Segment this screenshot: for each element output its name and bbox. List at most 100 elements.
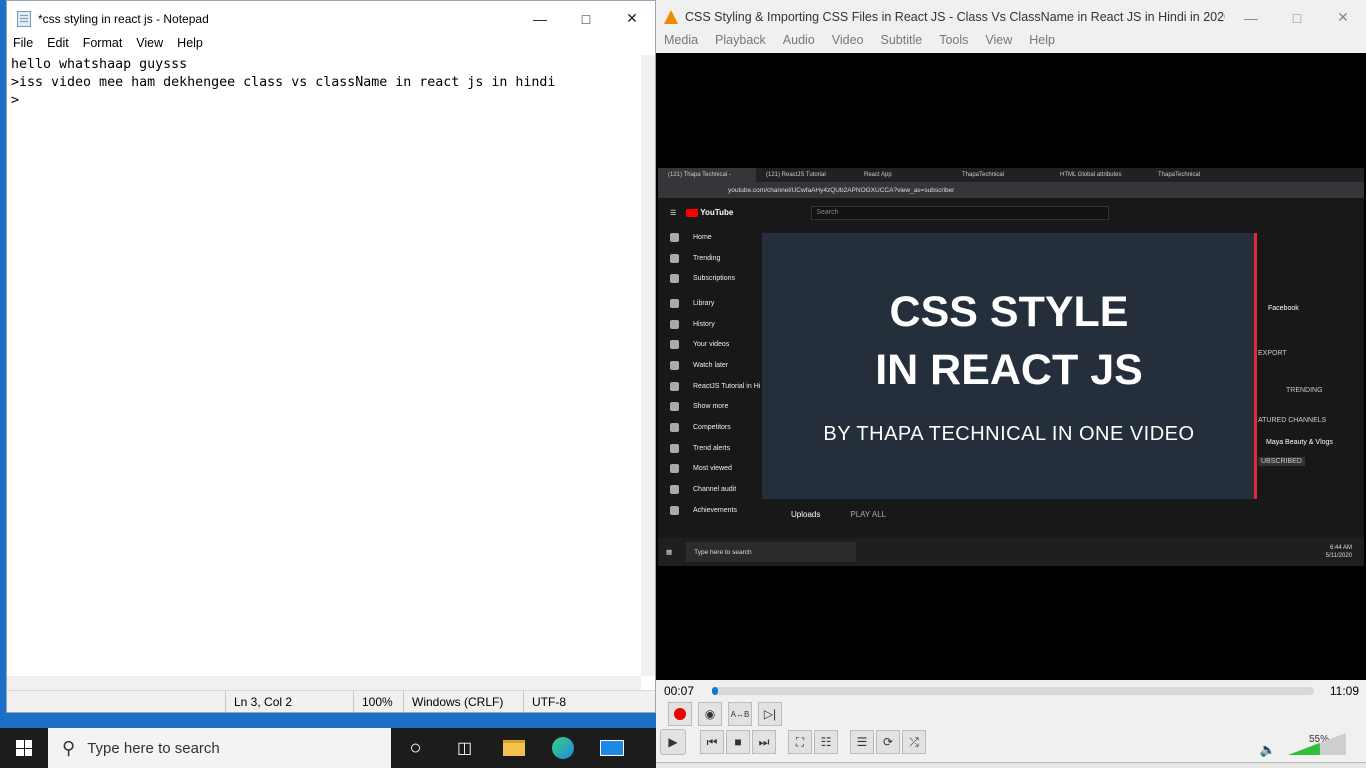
youtube-page: ☰ YouTube Search Home Trending Subscript…: [658, 198, 1364, 538]
start-button[interactable]: [0, 728, 48, 768]
menu-edit[interactable]: Edit: [47, 36, 69, 54]
menu-audio[interactable]: Audio: [783, 33, 815, 53]
snapshot-button[interactable]: ◉: [698, 702, 722, 726]
menu-view[interactable]: View: [985, 33, 1012, 53]
volume-level: [1288, 742, 1320, 755]
play-icon: ▶: [668, 735, 678, 749]
menu-help[interactable]: Help: [177, 36, 203, 54]
trending-label: TRENDING: [1286, 387, 1323, 394]
task-view-button[interactable]: ◫: [440, 728, 489, 768]
time-elapsed: 00:07: [664, 684, 695, 698]
cursor-position: Ln 3, Col 2: [225, 691, 353, 712]
frame-step-button[interactable]: ▷|: [758, 702, 782, 726]
youtube-sidebar: Home Trending Subscriptions Library Hist…: [658, 227, 763, 538]
featured-channels: ATURED CHANNELS: [1258, 417, 1327, 424]
banner-subtitle: BY THAPA TECHNICAL IN ONE VIDEO: [823, 423, 1195, 445]
menu-icon: ☰: [670, 209, 677, 217]
notepad-icon: [17, 10, 31, 27]
equalizer-icon: ☷: [820, 735, 832, 749]
taskbar-search-box[interactable]: ⚲ Type here to search: [48, 728, 391, 768]
sidebar-item: Trend alerts: [658, 438, 763, 459]
menu-file[interactable]: File: [13, 36, 33, 54]
encoding: UTF-8: [523, 691, 655, 712]
browser-tab: (121) Thapa Technical -: [658, 168, 756, 182]
notepad-title: *css styling in react js - Notepad: [38, 11, 209, 26]
notepad-text-area[interactable]: hello whatshaap guysss >iss video mee ham…: [7, 55, 641, 676]
menu-playback[interactable]: Playback: [715, 33, 766, 53]
mail-icon: [599, 740, 624, 756]
youtube-right-panel: Facebook EXPORT TRENDING ATURED CHANNELS…: [1256, 233, 1364, 499]
video-frame-browser: (121) Thapa Technical - (121) ReactJS Tu…: [658, 168, 1364, 566]
record-icon: [674, 708, 686, 720]
next-button[interactable]: ⏭: [752, 730, 776, 754]
vertical-scrollbar[interactable]: [641, 55, 655, 676]
banner-title-line1: CSS STYLE: [889, 288, 1129, 336]
sidebar-item: Watch later: [658, 355, 763, 376]
video-area[interactable]: (121) Thapa Technical - (121) ReactJS Tu…: [656, 53, 1366, 680]
maximize-button[interactable]: □: [563, 1, 609, 36]
ab-loop-icon: A↔B: [730, 709, 750, 719]
record-button[interactable]: [668, 702, 692, 726]
loop-ab-button[interactable]: A↔B: [728, 702, 752, 726]
task-view-icon: ◫: [456, 740, 473, 757]
mail-button[interactable]: [587, 728, 636, 768]
clock: 6:44 AM: [1329, 545, 1352, 551]
fullscreen-button[interactable]: ⛶: [788, 730, 812, 754]
notepad-status-bar: Ln 3, Col 2 100% Windows (CRLF) UTF-8: [7, 690, 655, 712]
cortana-button[interactable]: ○: [391, 728, 440, 768]
seek-progress: [712, 687, 719, 695]
shuffle-button[interactable]: ⤮: [902, 730, 926, 754]
loop-button[interactable]: ⟳: [876, 730, 900, 754]
sidebar-item: Your videos: [658, 334, 763, 355]
menu-format[interactable]: Format: [83, 36, 123, 54]
vlc-window: CSS Styling & Importing CSS Files in Rea…: [656, 0, 1366, 768]
menu-video[interactable]: Video: [832, 33, 864, 53]
sidebar-item: ReactJS Tutorial in Hi: [658, 376, 763, 397]
embedded-taskbar: ▦ Type here to search 6:44 AM 5/11/2020: [658, 538, 1364, 566]
menu-help[interactable]: Help: [1029, 33, 1055, 53]
close-button[interactable]: ✕: [1320, 0, 1366, 35]
text-line: >iss video mee ham dekhengee class vs cl…: [11, 75, 556, 90]
file-explorer-button[interactable]: [489, 728, 538, 768]
minimize-button[interactable]: —: [1228, 0, 1274, 35]
minimize-button[interactable]: —: [517, 1, 563, 36]
menu-tools[interactable]: Tools: [939, 33, 968, 53]
search-icon: ⚲: [62, 737, 76, 758]
volume-slider[interactable]: [1288, 733, 1346, 755]
uploads-label: Uploads: [791, 510, 821, 519]
menu-subtitle[interactable]: Subtitle: [881, 33, 923, 53]
close-button[interactable]: ✕: [609, 1, 655, 36]
browser-url: youtube.com/channel/UCwfaAHy4zQUb2APNOGX…: [658, 182, 1364, 198]
play-button[interactable]: ▶: [660, 729, 686, 755]
menu-view[interactable]: View: [136, 36, 163, 54]
windows-logo-icon: [16, 740, 32, 756]
menu-media[interactable]: Media: [664, 33, 698, 53]
vlc-cone-icon: [664, 9, 678, 24]
browser-tab: ThapaTechnical: [1158, 172, 1201, 178]
edge-button[interactable]: [538, 728, 587, 768]
vlc-title-bar[interactable]: CSS Styling & Importing CSS Files in Rea…: [656, 0, 1366, 33]
browser-tab: ThapaTechnical: [962, 172, 1005, 178]
maximize-button[interactable]: □: [1274, 0, 1320, 35]
taskbar-search-placeholder: Type here to search: [87, 739, 220, 757]
notepad-title-bar[interactable]: *css styling in react js - Notepad — □ ✕: [7, 1, 655, 36]
notepad-window: *css styling in react js - Notepad — □ ✕…: [6, 0, 656, 713]
date: 5/11/2020: [1325, 553, 1352, 559]
video-banner: CSS STYLE IN REACT JS BY THAPA TECHNICAL…: [762, 233, 1257, 499]
frame-step-icon: ▷|: [763, 707, 777, 721]
folder-icon: [502, 740, 525, 756]
stop-button[interactable]: ■: [726, 730, 750, 754]
extended-settings-button[interactable]: ☷: [814, 730, 838, 754]
shuffle-icon: ⤮: [909, 734, 919, 749]
vlc-menu-bar: Media Playback Audio Video Subtitle Tool…: [656, 33, 1366, 53]
seek-bar[interactable]: [712, 687, 1314, 695]
vlc-title: CSS Styling & Importing CSS Files in Rea…: [685, 9, 1225, 24]
previous-button[interactable]: ⏮: [700, 730, 724, 754]
sidebar-item: Home: [658, 227, 763, 248]
horizontal-scrollbar[interactable]: [7, 676, 641, 690]
playlist-button[interactable]: ☰: [850, 730, 874, 754]
sidebar-item: Most viewed: [658, 459, 763, 480]
sidebar-item: Channel audit: [658, 479, 763, 500]
sidebar-item: Achievements: [658, 500, 763, 521]
speaker-icon[interactable]: 🔈: [1260, 742, 1276, 758]
